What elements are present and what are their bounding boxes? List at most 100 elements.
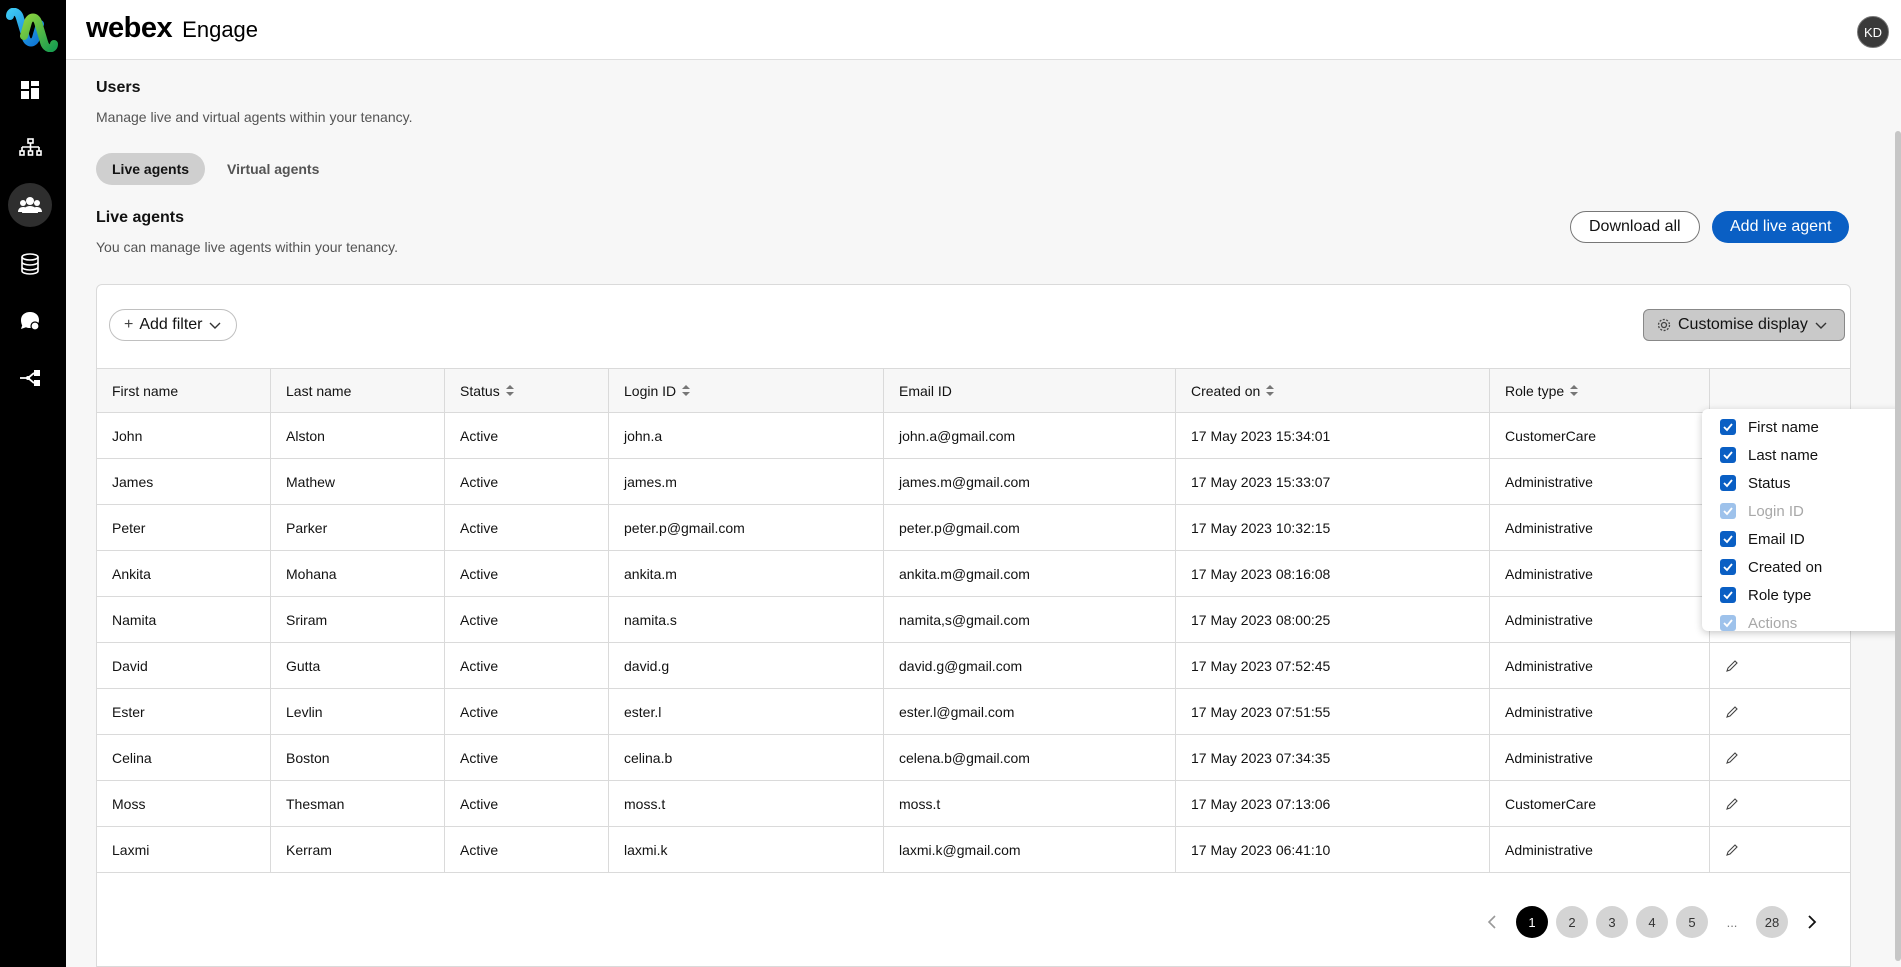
table-header-row: First name Last name Status Login ID Ema…: [97, 369, 1850, 413]
check-icon: [1723, 535, 1733, 544]
table-row[interactable]: James Mathew Active james.m james.m@gmail.co…: [97, 459, 1850, 505]
agents-table: First name Last name Status Login ID Ema…: [97, 368, 1850, 873]
checkbox[interactable]: [1720, 559, 1736, 575]
sort-icon[interactable]: [682, 384, 691, 397]
display-option-label: Last name: [1748, 446, 1819, 464]
table-cell: Ester: [97, 689, 271, 734]
table-cell: laxmi.k@gmail.com: [884, 827, 1176, 872]
check-icon: [1723, 619, 1733, 628]
user-avatar[interactable]: KD: [1857, 16, 1889, 48]
checkbox: [1720, 615, 1736, 631]
check-icon: [1723, 507, 1733, 516]
column-header[interactable]: Created on: [1176, 369, 1490, 412]
check-icon: [1723, 591, 1733, 600]
table-cell: ankita.m@gmail.com: [884, 551, 1176, 596]
table-cell: Administrative: [1490, 459, 1710, 504]
table-cell: ankita.m: [609, 551, 884, 596]
page-button[interactable]: 2: [1556, 906, 1588, 938]
table-row[interactable]: Laxmi Kerram Active laxmi.k laxmi.k@gmail.co…: [97, 827, 1850, 873]
column-header[interactable]: Status: [445, 369, 609, 412]
nav-users[interactable]: [8, 183, 52, 227]
table-row[interactable]: David Gutta Active david.g david.g@gmail.com…: [97, 643, 1850, 689]
column-header[interactable]: First name: [97, 369, 271, 412]
nav-chat[interactable]: [8, 299, 52, 343]
check-icon: [1723, 563, 1733, 572]
edit-icon[interactable]: [1725, 751, 1739, 765]
table-cell: Levlin: [271, 689, 445, 734]
page-button[interactable]: 5: [1676, 906, 1708, 938]
table-row[interactable]: Moss Thesman Active moss.t moss.t 17 May 2023…: [97, 781, 1850, 827]
tab-virtual-agents[interactable]: Virtual agents: [211, 153, 335, 185]
table-cell: Mohana: [271, 551, 445, 596]
database-icon: [21, 253, 39, 275]
section-subtitle: You can manage live agents within your t…: [96, 239, 398, 255]
edit-icon[interactable]: [1725, 797, 1739, 811]
table-cell: 17 May 2023 07:13:06: [1176, 781, 1490, 826]
add-live-agent-button[interactable]: Add live agent: [1712, 211, 1850, 243]
table-cell: Active: [445, 459, 609, 504]
display-option[interactable]: Email ID: [1702, 525, 1901, 553]
table-cell: Peter: [97, 505, 271, 550]
edit-icon[interactable]: [1725, 843, 1739, 857]
display-option[interactable]: Last name: [1702, 441, 1901, 469]
page-button[interactable]: 3: [1596, 906, 1628, 938]
table-cell: 17 May 2023 08:16:08: [1176, 551, 1490, 596]
checkbox[interactable]: [1720, 531, 1736, 547]
prev-page-button[interactable]: [1478, 907, 1508, 937]
sort-icon[interactable]: [1266, 384, 1275, 397]
column-header[interactable]: Login ID: [609, 369, 884, 412]
table-cell: Administrative: [1490, 735, 1710, 780]
table-row[interactable]: Namita Sriram Active namita.s namita,s@gmail…: [97, 597, 1850, 643]
download-all-button[interactable]: Download all: [1570, 211, 1700, 243]
customise-display-button[interactable]: Customise display: [1643, 309, 1845, 341]
table-cell: Boston: [271, 735, 445, 780]
display-option[interactable]: Created on: [1702, 553, 1901, 581]
sort-icon[interactable]: [1570, 384, 1579, 397]
column-header[interactable]: Email ID: [884, 369, 1176, 412]
table-row[interactable]: Ankita Mohana Active ankita.m ankita.m@gmail…: [97, 551, 1850, 597]
checkbox[interactable]: [1720, 419, 1736, 435]
page-button-last[interactable]: 28: [1756, 906, 1788, 938]
display-option[interactable]: First name: [1702, 413, 1901, 441]
edit-icon[interactable]: [1725, 705, 1739, 719]
table-cell: Active: [445, 551, 609, 596]
checkbox[interactable]: [1720, 475, 1736, 491]
column-header[interactable]: Role type: [1490, 369, 1710, 412]
table-cell: Active: [445, 689, 609, 734]
table-cell: Ankita: [97, 551, 271, 596]
table-row[interactable]: John Alston Active john.a john.a@gmail.com 17…: [97, 413, 1850, 459]
checkbox[interactable]: [1720, 587, 1736, 603]
checkbox[interactable]: [1720, 447, 1736, 463]
edit-icon[interactable]: [1725, 659, 1739, 673]
table-body: John Alston Active john.a john.a@gmail.com 17…: [97, 413, 1850, 873]
row-actions: [1710, 643, 1850, 688]
table-row[interactable]: Celina Boston Active celina.b celena.b@gmail…: [97, 735, 1850, 781]
nav-dashboard[interactable]: [8, 68, 52, 112]
table-row[interactable]: Peter Parker Active peter.p@gmail.com peter.…: [97, 505, 1850, 551]
tab-live-agents[interactable]: Live agents: [96, 153, 206, 185]
page-scrollbar[interactable]: [1895, 131, 1901, 961]
page-button[interactable]: 1: [1516, 906, 1548, 938]
display-option[interactable]: Status: [1702, 469, 1901, 497]
main-content: Users Manage live and virtual agents wit…: [66, 61, 1901, 967]
brand-webex: webex: [86, 12, 173, 44]
display-option-label: Status: [1748, 474, 1791, 492]
left-sidebar: [0, 0, 66, 967]
next-page-button[interactable]: [1796, 907, 1826, 937]
display-option[interactable]: Role type: [1702, 581, 1901, 609]
customise-display-label: Customise display: [1678, 316, 1808, 333]
column-header[interactable]: Last name: [271, 369, 445, 412]
sort-icon[interactable]: [505, 384, 514, 397]
agent-tabs: Live agents Virtual agents: [96, 153, 335, 185]
nav-database[interactable]: [8, 242, 52, 286]
table-cell: 17 May 2023 08:00:25: [1176, 597, 1490, 642]
table-row[interactable]: Ester Levlin Active ester.l ester.l@gmail.co…: [97, 689, 1850, 735]
nav-routing[interactable]: [8, 126, 52, 170]
add-filter-button[interactable]: + Add filter: [109, 309, 238, 341]
table-cell: 17 May 2023 07:51:55: [1176, 689, 1490, 734]
nav-integrations[interactable]: [8, 356, 52, 400]
display-option-label: Actions: [1748, 614, 1798, 632]
page-button[interactable]: 4: [1636, 906, 1668, 938]
display-option: Login ID: [1702, 497, 1901, 525]
agents-table-card: + Add filter Customise display First nam…: [96, 284, 1851, 967]
